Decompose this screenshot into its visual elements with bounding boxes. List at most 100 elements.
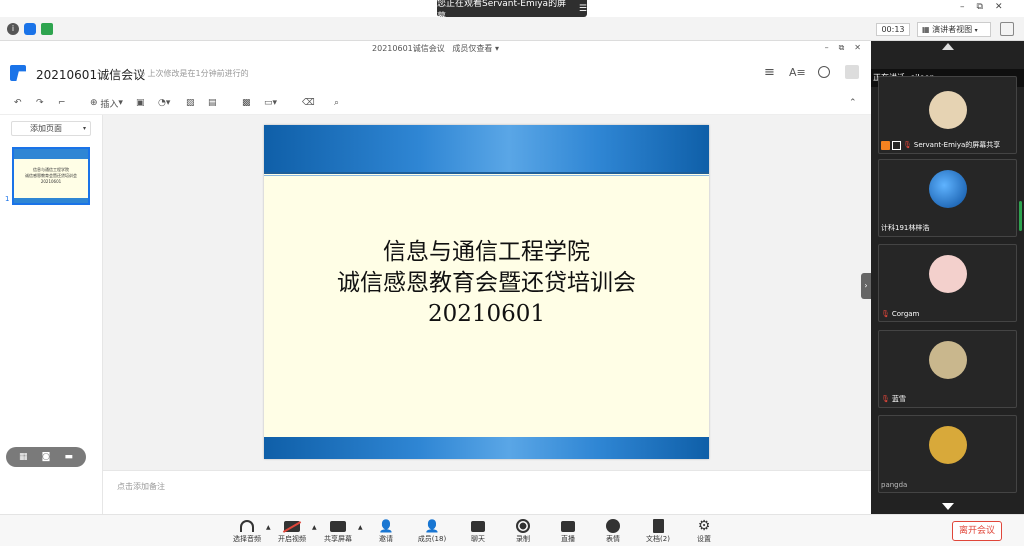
slide-thumbnail[interactable]: 信息与通信工程学院 诚信感恩教育会暨还贷培训会 20210601: [12, 147, 90, 205]
participant-name: 计科191林梓浩: [881, 224, 930, 232]
caret-up-icon[interactable]: ▲: [266, 524, 271, 531]
collapse-toolbar-icon[interactable]: ⌃: [849, 96, 857, 110]
muted-mic-icon: 🎙: [903, 141, 912, 149]
add-user-icon: 👤: [378, 519, 394, 533]
background-icon[interactable]: ▩: [242, 96, 251, 110]
fullscreen-icon[interactable]: [1000, 22, 1014, 36]
meeting-controls: 选择音频 ▲ 开启视频 ▲ 共享屏幕 ▲ 👤 邀请 👤 成员(18) 聊天 录制…: [0, 514, 1024, 546]
notes-placeholder: 点击添加备注: [117, 482, 165, 491]
caret-up-icon[interactable]: ▲: [312, 524, 317, 531]
table-icon[interactable]: ▤: [208, 96, 217, 110]
scroll-up-icon[interactable]: [942, 43, 954, 50]
textbox-icon[interactable]: ▣: [136, 96, 145, 110]
docs-button[interactable]: 文档(2): [638, 518, 678, 546]
slide-thumbnail-pane: 添加页面 ▾ 1 信息与通信工程学院 诚信感恩教育会暨还贷培训会 2021060…: [0, 115, 103, 514]
document-header: 20210601诚信会议 ◷ 上次修改是在1分钟前进行的 ≡ A≡: [0, 57, 871, 91]
layout-icon[interactable]: ▭▾: [264, 96, 277, 110]
play-icon[interactable]: [818, 66, 830, 78]
participant-label: 计科191林梓浩: [881, 223, 929, 233]
invite-label: 邀请: [379, 535, 393, 543]
participant-tile[interactable]: 🎙 Corgam: [878, 244, 1017, 322]
emoji-label: 表情: [606, 535, 620, 543]
format-painter-icon[interactable]: ⌐: [58, 96, 66, 110]
participant-tile[interactable]: pangda: [878, 415, 1017, 493]
menu-icon[interactable]: ≡: [764, 65, 775, 80]
slide[interactable]: 信息与通信工程学院 诚信感恩教育会暨还贷培训会 20210601: [264, 125, 709, 459]
signal-icon[interactable]: [41, 23, 53, 35]
info-icon[interactable]: i: [7, 23, 19, 35]
speaker-notes[interactable]: 点击添加备注: [103, 470, 871, 514]
participant-tile[interactable]: 🎙 Servant-Emiya的屏幕共享: [878, 76, 1017, 154]
record-button[interactable]: 录制: [503, 518, 543, 546]
participant-tile[interactable]: 计科191林梓浩: [878, 159, 1017, 237]
menu-icon[interactable]: ☰: [579, 4, 587, 14]
window-controls: – ⧉ ✕: [960, 2, 1020, 16]
record-icon: [516, 519, 530, 533]
avatar: [929, 91, 967, 129]
settings-button[interactable]: ⚙ 设置: [684, 518, 724, 546]
document-window-title: 20210601诚信会议 成员仅查看 ▾: [0, 41, 871, 57]
members-icon: 👤: [424, 519, 440, 533]
participant-label: 🎙 Corgam: [881, 310, 919, 318]
user-avatar[interactable]: [845, 65, 859, 79]
live-button[interactable]: 直播: [548, 518, 588, 546]
live-icon: [561, 520, 575, 532]
access-level[interactable]: 成员仅查看: [452, 44, 492, 53]
security-shield-icon[interactable]: [24, 23, 36, 35]
participant-name: Corgam: [891, 310, 920, 318]
insert-button[interactable]: ⊕ 插入 ▾: [90, 96, 123, 110]
slide-top-band: [264, 125, 709, 172]
emoji-button[interactable]: 表情: [593, 518, 633, 546]
chat-button[interactable]: 聊天: [458, 518, 498, 546]
members-button[interactable]: 👤 成员(18): [412, 518, 452, 546]
muted-mic-icon: 🎙: [881, 395, 890, 403]
window-title-text: 20210601诚信会议: [372, 44, 445, 53]
restore-icon[interactable]: ⧉: [977, 2, 983, 16]
undo-icon[interactable]: ↶: [14, 96, 22, 110]
participant-name: Servant-Emiya的屏幕共享: [913, 141, 1001, 149]
image-icon[interactable]: ▨: [186, 96, 195, 110]
collapse-side-panel-handle[interactable]: ›: [861, 273, 871, 299]
add-page-button[interactable]: 添加页面 ▾: [11, 121, 91, 136]
keyboard-icon[interactable]: ▬: [64, 452, 73, 462]
close-icon[interactable]: ✕: [854, 43, 861, 53]
participant-label: 🎙 Servant-Emiya的屏幕共享: [881, 140, 1000, 150]
docs-logo-icon: [10, 65, 26, 81]
caret-up-icon[interactable]: ▲: [358, 524, 363, 531]
chevron-down-icon: ▾: [494, 44, 499, 53]
video-off-icon: [282, 520, 302, 533]
scrollbar[interactable]: [1019, 201, 1022, 231]
video-button[interactable]: 开启视频: [272, 518, 312, 546]
shape-icon[interactable]: ◔▾: [158, 96, 170, 110]
slide-title-line-2: 诚信感恩教育会暨还贷培训会: [337, 270, 636, 296]
chevron-down-icon: ▾: [82, 125, 86, 132]
restore-icon[interactable]: ⧉: [839, 43, 845, 53]
search-icon[interactable]: ⌕: [334, 96, 339, 110]
screen-share-banner[interactable]: 您正在观看Servant-Emiya的屏幕 ☰: [437, 0, 587, 22]
minimize-icon[interactable]: –: [825, 43, 829, 53]
thumb-bottom-band: [14, 198, 88, 203]
save-status: ◷ 上次修改是在1分钟前进行的: [138, 68, 249, 79]
view-mode-label: 演讲者视图: [932, 25, 973, 34]
audio-button[interactable]: 选择音频: [227, 518, 267, 546]
document-icon: [652, 519, 664, 533]
host-badge-icon: [881, 140, 890, 150]
slide-bottom-band: [264, 437, 709, 459]
avatar: [929, 255, 967, 293]
participants-sidebar: 正在讲话: eileen; 🎙 Servant-Emiya的屏幕共享 计科191…: [871, 41, 1024, 514]
leave-meeting-button[interactable]: 离开会议: [952, 521, 1002, 541]
grid-view-icon[interactable]: ▦: [19, 452, 28, 462]
minimize-icon[interactable]: –: [960, 2, 965, 16]
chat-bubble-icon[interactable]: ◙: [42, 452, 51, 462]
font-size-icon[interactable]: A≡: [789, 66, 806, 79]
scroll-down-icon[interactable]: [942, 503, 954, 510]
participant-tile[interactable]: 🎙 蓝雪: [878, 330, 1017, 408]
document-title[interactable]: 20210601诚信会议: [36, 66, 145, 83]
close-icon[interactable]: ✕: [995, 2, 1003, 16]
redo-icon[interactable]: ↷: [36, 96, 44, 110]
invite-button[interactable]: 👤 邀请: [366, 518, 406, 546]
view-mode-select[interactable]: ▦ 演讲者视图 ▾: [917, 22, 991, 37]
thumb-number: 1: [5, 195, 10, 203]
share-screen-button[interactable]: 共享屏幕: [318, 518, 358, 546]
clear-format-icon[interactable]: ⌫: [302, 96, 315, 110]
